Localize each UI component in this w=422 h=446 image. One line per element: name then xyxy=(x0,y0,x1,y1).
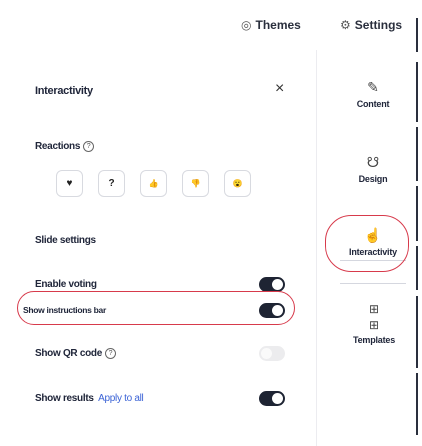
gear-icon: ⚙ xyxy=(340,18,351,32)
show-qr-toggle[interactable] xyxy=(259,346,285,361)
panel-title: Interactivity xyxy=(35,85,93,97)
reaction-surprised-button[interactable]: 😮 xyxy=(224,170,251,197)
nav-separator xyxy=(340,283,406,284)
settings-label: Settings xyxy=(354,18,403,32)
slide-settings-heading: Slide settings xyxy=(35,235,96,246)
question-icon: ? xyxy=(108,178,115,189)
themes-label: Themes xyxy=(255,18,301,32)
design-icon: ☋ xyxy=(366,154,380,170)
show-results-label: Show results xyxy=(35,393,94,404)
reactions-label: Reactions? xyxy=(35,141,95,153)
show-results-row: Show results Apply to all xyxy=(35,393,144,404)
nav-interactivity-underline xyxy=(340,260,406,261)
close-button[interactable]: × xyxy=(275,80,284,98)
show-instructions-label: Show instructions bar xyxy=(23,305,106,315)
pencil-icon: ✎ xyxy=(367,79,379,95)
help-icon[interactable]: ? xyxy=(104,348,116,359)
edge-stroke xyxy=(416,62,418,122)
show-qr-label: Show QR code? xyxy=(35,348,116,359)
edge-stroke xyxy=(416,246,418,290)
nav-design-label: Design xyxy=(358,174,388,184)
nav-interactivity-label: Interactivity xyxy=(349,247,397,257)
nav-content-label: Content xyxy=(356,99,390,109)
show-results-toggle[interactable] xyxy=(259,391,285,406)
reaction-heart-button[interactable]: ♥ xyxy=(56,170,83,197)
nav-templates-label: Templates xyxy=(352,335,396,345)
apply-to-all-link[interactable]: Apply to all xyxy=(98,393,144,404)
top-bar: ◎ Themes ⚙ Settings xyxy=(0,0,422,50)
show-instructions-toggle[interactable] xyxy=(259,303,285,318)
nav-design[interactable]: ☋ Design xyxy=(352,153,394,184)
interactivity-icon: ☝ xyxy=(364,227,382,243)
panel-divider xyxy=(316,50,317,446)
thumbs-up-icon: 👍 xyxy=(148,179,159,188)
thumbs-down-icon: 👎 xyxy=(190,179,201,188)
templates-icon-secondary: ⊞ xyxy=(368,318,380,332)
themes-button[interactable]: ◎ Themes xyxy=(241,18,301,32)
surprised-icon: 😮 xyxy=(232,179,243,188)
edge-stroke xyxy=(416,373,418,435)
edge-stroke xyxy=(416,296,418,368)
edge-stroke xyxy=(416,18,418,52)
help-icon[interactable]: ? xyxy=(83,141,95,152)
settings-button[interactable]: ⚙ Settings xyxy=(340,18,402,32)
nav-interactivity[interactable]: ☝ Interactivity xyxy=(337,226,409,257)
reaction-thumbs-down-button[interactable]: 👎 xyxy=(182,170,209,197)
show-qr-label-text: Show QR code xyxy=(35,348,102,360)
heart-icon: ♥ xyxy=(66,178,73,189)
reaction-thumbs-up-button[interactable]: 👍 xyxy=(140,170,167,197)
enable-voting-toggle[interactable] xyxy=(259,277,285,292)
nav-templates[interactable]: ⊞ ⊞ Templates xyxy=(348,300,400,345)
reaction-question-button[interactable]: ? xyxy=(98,170,125,197)
palette-icon: ◎ xyxy=(241,18,252,32)
edge-stroke xyxy=(416,127,418,181)
edge-stroke xyxy=(416,186,418,241)
nav-content[interactable]: ✎ Content xyxy=(352,78,394,109)
interactivity-panel xyxy=(0,50,316,446)
reactions-label-text: Reactions xyxy=(35,141,81,153)
templates-icon: ⊞ xyxy=(368,302,380,316)
enable-voting-label: Enable voting xyxy=(35,279,97,290)
